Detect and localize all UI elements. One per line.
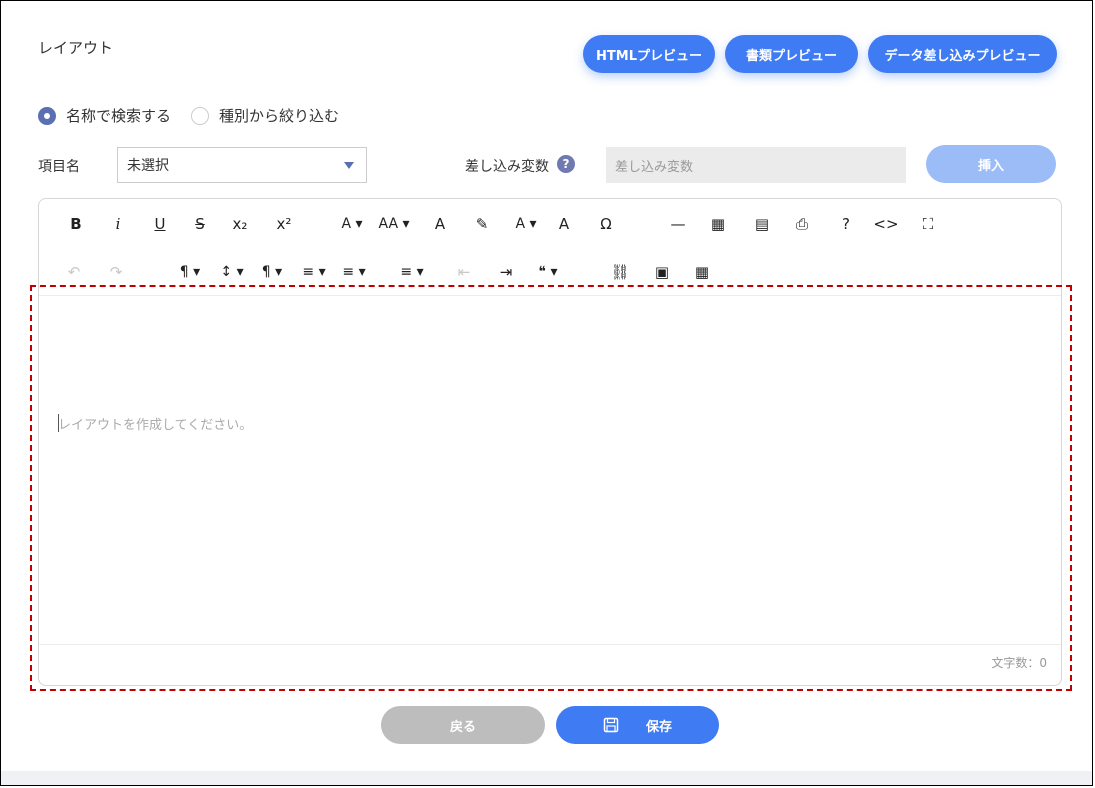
table-icon[interactable]: ▦ (689, 259, 715, 285)
undo-icon[interactable]: ↶ (61, 259, 87, 285)
image-icon[interactable]: ▣ (649, 259, 675, 285)
html-preview-button[interactable]: HTMLプレビュー (583, 35, 715, 73)
search-mode-group: 名称で検索する 種別から絞り込む (38, 105, 339, 126)
editor-content-area[interactable]: レイアウトを作成してください。 (39, 296, 1061, 645)
link-icon[interactable]: ⛓ (607, 259, 633, 285)
text-color-icon[interactable]: A (427, 211, 453, 237)
code-view-icon[interactable]: <> (873, 211, 899, 237)
font-family-icon[interactable]: A ▾ (335, 211, 369, 237)
help-icon[interactable]: ? (833, 211, 859, 237)
variable-label: 差し込み変数 (465, 159, 549, 175)
font-size-icon[interactable]: AA ▾ (377, 211, 411, 237)
line-height-icon[interactable]: ↕ ▾ (215, 259, 249, 285)
radio-label-by-name: 名称で検索する (66, 107, 172, 125)
save-button-label: 保存 (645, 719, 672, 735)
inline-style-icon[interactable]: A ▾ (509, 211, 543, 237)
quote-icon[interactable]: ❝ ▾ (531, 259, 565, 285)
radio-label-by-type: 種別から絞り込む (219, 107, 340, 125)
rich-text-editor: Bi U Sx₂ x² A ▾ AA ▾ A ✎ A ▾ A Ω — ▦ ▤ ⎙? <> ⛶ ↶ ↷ ¶ ▾ ↕ ▾ ¶ … (38, 198, 1062, 686)
question-icon[interactable]: ? (557, 155, 575, 173)
document-preview-button[interactable]: 書類プレビュー (725, 35, 858, 73)
select-all-icon[interactable]: ▦ (705, 211, 731, 237)
clear-format-icon[interactable]: A (551, 211, 577, 237)
data-merge-preview-button[interactable]: データ差し込みプレビュー (868, 35, 1057, 73)
paragraph-format-icon[interactable]: ¶ ▾ (173, 259, 207, 285)
variable-input[interactable]: 差し込み変数 (606, 147, 906, 183)
page-frame: レイアウト HTMLプレビュー 書類プレビュー データ差し込みプレビュー 名称で… (0, 0, 1093, 786)
page-footer-bar (1, 771, 1092, 785)
radio-selected-icon (38, 106, 56, 125)
special-char-icon[interactable]: Ω (593, 211, 619, 237)
char-count: 文字数：0 (991, 656, 1047, 670)
horizontal-line-icon[interactable]: — (665, 211, 691, 237)
chevron-down-icon (344, 162, 354, 169)
pdf-icon[interactable]: ▤ (749, 211, 775, 237)
italic-icon[interactable]: i (105, 211, 131, 237)
radio-filter-by-type[interactable]: 種別から絞り込む (191, 105, 339, 126)
underline-icon[interactable]: U (147, 211, 173, 237)
status-divider (39, 644, 1061, 645)
paragraph-style-icon[interactable]: ¶ ▾ (255, 259, 289, 285)
superscript-icon[interactable]: x² (271, 211, 297, 237)
highlight-icon[interactable]: ✎ (469, 211, 495, 237)
save-icon (603, 717, 619, 733)
editor-placeholder: レイアウトを作成してください。 (58, 418, 253, 433)
bold-icon[interactable]: B (63, 211, 89, 237)
outdent-icon[interactable]: ⇤ (451, 259, 477, 285)
unordered-list-icon[interactable]: ≡ ▾ (395, 259, 429, 285)
fullscreen-icon[interactable]: ⛶ (915, 211, 941, 237)
align-icon[interactable]: ≡ ▾ (297, 259, 331, 285)
redo-icon[interactable]: ↷ (103, 259, 129, 285)
save-button[interactable]: 保存 (556, 706, 719, 744)
strikethrough-icon[interactable]: S (187, 211, 213, 237)
back-button[interactable]: 戻る (381, 706, 545, 744)
page-title: レイアウト (38, 39, 114, 57)
item-name-label: 項目名 (38, 159, 80, 175)
radio-unselected-icon (191, 106, 210, 125)
item-name-select[interactable]: 未選択 (117, 147, 367, 183)
item-name-value: 未選択 (127, 158, 169, 174)
insert-button[interactable]: 挿入 (926, 145, 1056, 183)
subscript-icon[interactable]: x₂ (227, 211, 253, 237)
ordered-list-icon[interactable]: ≡ ▾ (337, 259, 371, 285)
indent-icon[interactable]: ⇥ (493, 259, 519, 285)
print-icon[interactable]: ⎙ (789, 211, 815, 237)
radio-search-by-name[interactable]: 名称で検索する (38, 105, 171, 126)
